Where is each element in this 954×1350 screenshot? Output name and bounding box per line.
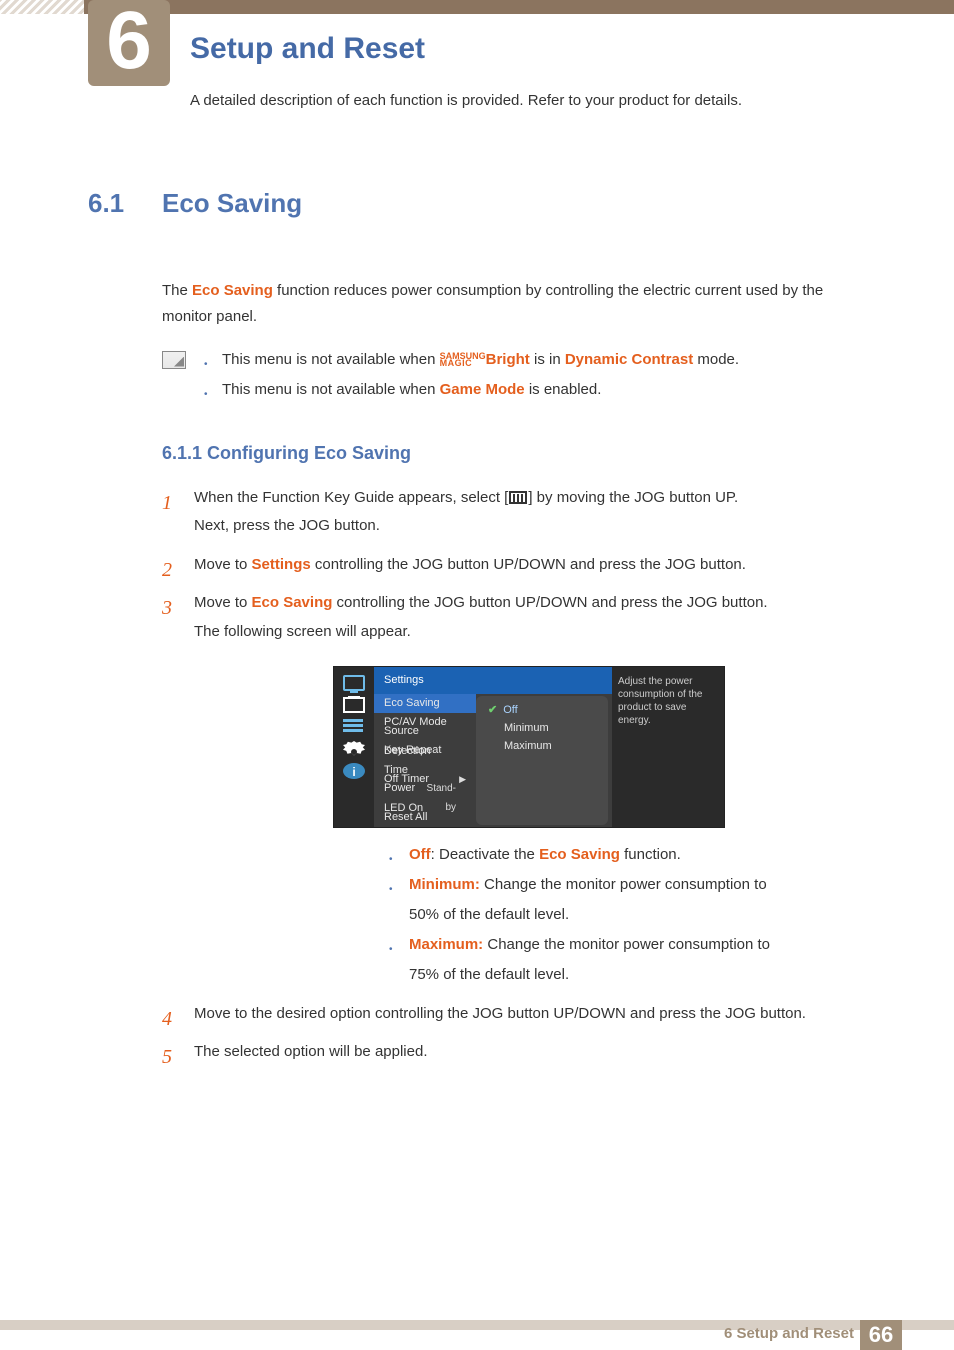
option-item: Off: Deactivate the Eco Saving function.: [389, 840, 774, 870]
step: The selected option will be applied.: [162, 1038, 864, 1067]
content-area: 6.1 Eco Saving The Eco Saving function r…: [0, 188, 954, 1077]
header-band: 6 Setup and Reset: [0, 0, 954, 84]
info-icon: i: [343, 763, 365, 779]
text: The following screen will appear.: [194, 623, 411, 640]
osd-header: Settings: [374, 667, 612, 694]
gear-icon: [343, 741, 365, 757]
samsung-magic-logo: SAMSUNGMAGIC: [440, 353, 486, 367]
monitor-icon: [343, 675, 365, 691]
text: Move to: [194, 594, 252, 611]
note-item: This menu is not available when Game Mod…: [204, 375, 864, 405]
text-highlight: Eco Saving: [192, 282, 273, 299]
footer-chapter-label: 6 Setup and Reset: [724, 1325, 854, 1342]
osd-menu-item: Key Repeat Time: [374, 751, 476, 770]
text: Move to: [194, 556, 252, 573]
note-block: This menu is not available when SAMSUNGM…: [162, 345, 864, 405]
text-highlight: Game Mode: [440, 381, 525, 398]
osd-submenu-item: Minimum: [476, 720, 608, 738]
option-item: Maximum: Change the monitor power consum…: [389, 930, 774, 990]
osd-icon-column: i: [334, 667, 374, 827]
lines-icon: [343, 719, 365, 735]
step: Move to Eco Saving controlling the JOG b…: [162, 589, 864, 990]
text: controlling the JOG button UP/DOWN and p…: [311, 556, 746, 573]
steps-list: When the Function Key Guide appears, sel…: [162, 484, 864, 1067]
box-icon: [343, 697, 365, 713]
section-title: Eco Saving: [162, 188, 302, 219]
osd-submenu-item-selected: ✔Off: [476, 702, 608, 720]
subsection-heading: 6.1.1 Configuring Eco Saving: [162, 443, 954, 464]
page-footer: 6 Setup and Reset 66: [0, 1320, 954, 1350]
text: Next, press the JOG button.: [194, 517, 380, 534]
osd-screenshot: i Settings Eco Saving PC/AV Mode Source …: [333, 666, 725, 828]
step: When the Function Key Guide appears, sel…: [162, 484, 864, 541]
option-item: Minimum: Change the monitor power consum…: [389, 870, 774, 930]
osd-menu-item-selected: Eco Saving: [374, 694, 476, 713]
text: is in: [530, 351, 565, 368]
text: This menu is not available when: [222, 351, 440, 368]
chapter-subtitle: A detailed description of each function …: [190, 92, 742, 109]
step: Move to the desired option controlling t…: [162, 1000, 864, 1029]
text: : Deactivate the: [431, 846, 539, 863]
text: mode.: [693, 351, 739, 368]
text: The: [162, 282, 192, 299]
chapter-title: Setup and Reset: [190, 32, 425, 66]
text: This menu is not available when: [222, 381, 440, 398]
intro-paragraph: The Eco Saving function reduces power co…: [162, 278, 864, 331]
text-highlight: Settings: [252, 556, 311, 573]
chapter-number-badge: 6: [88, 0, 170, 86]
text: function.: [620, 846, 681, 863]
osd-menu-item: Power LED OnStand-by: [374, 789, 476, 808]
page-number: 66: [860, 1320, 902, 1350]
text: controlling the JOG button UP/DOWN and p…: [332, 594, 767, 611]
text-highlight: Eco Saving: [252, 594, 333, 611]
section-number: 6.1: [88, 188, 124, 219]
check-icon: ✔: [488, 700, 497, 721]
osd-submenu-item: Maximum: [476, 738, 608, 756]
text: ] by moving the JOG button UP.: [528, 489, 738, 506]
text-highlight: Eco Saving: [539, 846, 620, 863]
text-highlight: Minimum:: [409, 876, 480, 893]
text-highlight: Off: [409, 846, 431, 863]
text-highlight: Bright: [486, 351, 530, 368]
menu-icon: [509, 491, 527, 504]
note-item: This menu is not available when SAMSUNGM…: [204, 345, 864, 375]
osd-menu-list: Eco Saving PC/AV Mode Source Detection K…: [374, 694, 476, 827]
osd-value: Stand-by: [427, 779, 466, 817]
text: When the Function Key Guide appears, sel…: [194, 489, 508, 506]
text: is enabled.: [525, 381, 602, 398]
step: Move to Settings controlling the JOG but…: [162, 551, 864, 580]
osd-mid-panel: Settings Eco Saving PC/AV Mode Source De…: [374, 667, 612, 827]
note-icon: [162, 351, 186, 369]
option-descriptions: Off: Deactivate the Eco Saving function.…: [389, 840, 774, 990]
text-highlight: Maximum:: [409, 936, 483, 953]
osd-submenu: ✔Off Minimum Maximum: [476, 696, 608, 825]
text-highlight: Dynamic Contrast: [565, 351, 693, 368]
osd-help-panel: Adjust the power consumption of the prod…: [612, 667, 724, 827]
